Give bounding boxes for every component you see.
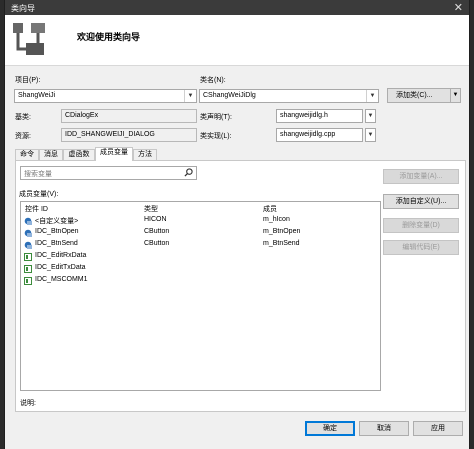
tab-methods[interactable]: 方法: [133, 149, 157, 160]
classname-combo[interactable]: CShangWeiJiDlg ▼: [199, 89, 379, 103]
description-label: 说明:: [20, 400, 36, 407]
members-label: 成员变量(V):: [19, 191, 59, 198]
row-type: CButton: [144, 240, 170, 247]
tab-virtual-functions[interactable]: 虚函数: [63, 149, 95, 160]
search-placeholder: 搜索变量: [24, 171, 52, 178]
list-header: 控件 ID 类型 成员: [21, 203, 380, 215]
row-control-id: IDC_EditRxData: [35, 252, 87, 259]
row-control-id: IDC_EditTxData: [35, 264, 86, 271]
class-impl-label: 类实现(L):: [200, 133, 232, 140]
row-member: m_BtnOpen: [263, 228, 301, 235]
control-icon: [24, 277, 32, 285]
search-input[interactable]: 搜索变量: [20, 166, 197, 180]
search-icon[interactable]: [184, 168, 193, 177]
base-class-label: 基类:: [15, 114, 31, 121]
resource-field: IDD_SHANGWEIJI_DIALOG: [61, 128, 197, 142]
member-variable-list[interactable]: 控件 ID 类型 成员 <自定义变量> HICON m_hIcon IDC_Bt…: [20, 201, 381, 391]
variable-icon: [24, 229, 32, 237]
control-icon: [24, 265, 32, 273]
row-member: m_BtnSend: [263, 240, 300, 247]
variable-icon: [24, 241, 32, 249]
row-type: HICON: [144, 216, 167, 223]
control-icon: [24, 253, 32, 261]
row-control-id: IDC_BtnSend: [35, 240, 78, 247]
ok-button[interactable]: 确定: [305, 421, 355, 436]
row-member: m_hIcon: [263, 216, 290, 223]
apply-button[interactable]: 应用: [413, 421, 463, 436]
class-declaration-field[interactable]: shangweijidlg.h: [276, 109, 363, 123]
add-class-dropdown-icon[interactable]: ▼: [450, 88, 461, 103]
chevron-down-icon[interactable]: ▼: [365, 109, 376, 123]
chevron-down-icon[interactable]: ▼: [365, 128, 376, 142]
list-item[interactable]: IDC_EditTxData: [21, 263, 380, 275]
row-control-id: <自定义变量>: [35, 218, 79, 225]
chevron-down-icon[interactable]: ▼: [366, 90, 378, 102]
project-combo[interactable]: ShangWeiJi ▼: [14, 89, 197, 103]
classname-value: CShangWeiJiDlg: [203, 92, 256, 99]
list-item[interactable]: IDC_BtnOpen CButton m_BtnOpen: [21, 227, 380, 239]
add-variable-button[interactable]: 添加变量(A)...: [383, 169, 459, 184]
resource-label: 资源:: [15, 133, 31, 140]
wizard-banner: 欢迎使用类向导: [5, 15, 469, 66]
delete-variable-button[interactable]: 删除变量(D): [383, 218, 459, 233]
class-declaration-label: 类声明(T):: [200, 114, 232, 121]
classname-label: 类名(N):: [200, 77, 226, 84]
tab-messages[interactable]: 消息: [39, 149, 63, 160]
list-item[interactable]: IDC_EditRxData: [21, 251, 380, 263]
tab-commands[interactable]: 命令: [15, 149, 39, 160]
banner-heading: 欢迎使用类向导: [77, 32, 141, 42]
list-item[interactable]: IDC_MSCOMM1: [21, 275, 380, 287]
edit-code-button[interactable]: 编辑代码(E): [383, 240, 459, 255]
add-class-button[interactable]: 添加类(C)...: [387, 88, 451, 103]
class-wizard-window: 类向导 ✕ 欢迎使用类向导 项目(P): ShangWeiJi ▼ 类名(N):…: [4, 0, 470, 449]
add-custom-button[interactable]: 添加自定义(U)...: [383, 194, 459, 209]
project-label: 项目(P):: [15, 77, 41, 84]
row-control-id: IDC_BtnOpen: [35, 228, 79, 235]
base-class-field: CDialogEx: [61, 109, 197, 123]
column-header-member[interactable]: 成员: [263, 204, 277, 214]
column-header-id[interactable]: 控件 ID: [25, 204, 48, 214]
cancel-button[interactable]: 取消: [359, 421, 409, 436]
tab-member-variables[interactable]: 成员变量: [95, 147, 133, 161]
column-header-type[interactable]: 类型: [144, 204, 158, 214]
class-impl-field[interactable]: shangweijidlg.cpp: [276, 128, 363, 142]
chevron-down-icon[interactable]: ▼: [184, 90, 196, 102]
row-type: CButton: [144, 228, 170, 235]
list-item[interactable]: <自定义变量> HICON m_hIcon: [21, 215, 380, 227]
footer-bar: 确定 取消 应用: [5, 414, 469, 449]
project-value: ShangWeiJi: [18, 92, 56, 99]
title-bar[interactable]: 类向导 ✕: [5, 0, 469, 15]
variable-icon: [24, 217, 32, 225]
window-title: 类向导: [11, 4, 35, 13]
close-icon[interactable]: ✕: [454, 1, 463, 14]
class-wizard-logo-icon: [13, 23, 45, 55]
row-control-id: IDC_MSCOMM1: [35, 276, 88, 283]
list-item[interactable]: IDC_BtnSend CButton m_BtnSend: [21, 239, 380, 251]
